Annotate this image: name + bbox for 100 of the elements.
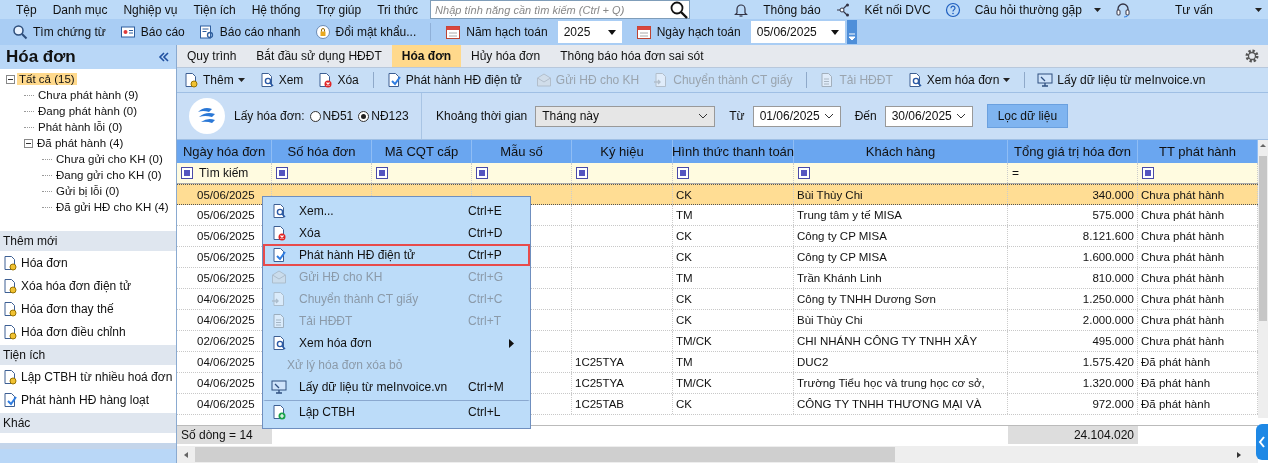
toolbar-button[interactable]: Báo cáo — [119, 24, 185, 40]
search-icon[interactable] — [670, 0, 689, 19]
tab[interactable]: Hóa đơn — [391, 45, 461, 67]
collapse-box-icon[interactable] — [24, 138, 33, 148]
filter-icon[interactable] — [677, 167, 689, 179]
menu-item[interactable]: Trợ giúp — [308, 0, 370, 19]
total-amount: 24.104.020 — [1073, 428, 1134, 442]
menu-item[interactable]: Tiện ích — [185, 0, 244, 19]
date-label: Ngày hạch toán — [635, 24, 741, 40]
overflow-icon[interactable] — [846, 20, 857, 44]
table-cell: TM — [676, 272, 693, 284]
menu-item[interactable]: Phát hành HĐ điện tử Ctrl+P — [263, 244, 530, 266]
headset-icon — [1114, 1, 1131, 18]
table-cell: CÔNG TY TNHH THƯƠNG MẠI VÀ — [797, 398, 982, 410]
section-header: Tiện ích — [0, 345, 176, 365]
envelope-icon — [271, 269, 287, 285]
table-cell: CHI NHÁNH CÔNG TY TNHH XÂY — [797, 335, 978, 347]
top-link[interactable]: Tư vấn — [1114, 0, 1262, 19]
sidebar-item[interactable]: Hóa đơn điều chỉnh — [0, 320, 176, 343]
toolbar-button[interactable]: Thêm — [183, 72, 245, 88]
top-link[interactable]: Thông báo — [733, 0, 821, 19]
sidebar-item[interactable]: Xóa hóa đơn điện tử — [0, 274, 176, 297]
filter-icon[interactable] — [376, 167, 388, 179]
year-select[interactable]: 2025 — [557, 21, 622, 43]
table-cell: 1.575.420 — [1082, 356, 1134, 368]
filter-icon[interactable] — [181, 167, 193, 179]
caret-icon — [1255, 7, 1262, 12]
table-cell: 05/06/2025 — [197, 272, 255, 284]
menu-item[interactable]: Nghiệp vụ — [115, 0, 186, 19]
panel-handle[interactable] — [1256, 424, 1268, 460]
tree-item[interactable]: Gửi bị lỗi (0) — [54, 185, 122, 197]
toolbar-button[interactable]: Xóa — [317, 72, 359, 88]
radio-option[interactable]: NĐ51 — [309, 109, 354, 123]
sidebar-item[interactable]: Hóa đơn — [0, 251, 176, 274]
tree-item[interactable]: Tất cả (15) — [17, 73, 77, 85]
sidebar-item[interactable]: Hóa đơn thay thế — [0, 297, 176, 320]
year-label: Năm hạch toán — [445, 24, 548, 40]
date-select[interactable]: 05/06/2025 — [750, 21, 845, 43]
toolbar-button[interactable]: Đổi mật khẩu... — [314, 24, 417, 40]
horizontal-scrollbar[interactable] — [177, 446, 1258, 463]
toolbar-button[interactable]: Tìm chứng từ — [12, 24, 106, 40]
table-cell: 1C25TYA — [575, 356, 624, 368]
tree-item[interactable]: Đã phát hành (4) — [35, 137, 126, 149]
tree-item[interactable]: Chưa phát hành (9) — [36, 89, 141, 101]
collapse-box-icon[interactable] — [6, 74, 15, 84]
tab[interactable]: Quy trình — [177, 45, 247, 67]
filter-icon[interactable] — [1142, 167, 1154, 179]
table-cell: 575.000 — [1092, 209, 1134, 221]
top-link[interactable]: Kết nối DVC — [834, 0, 931, 19]
table-cell: CK — [676, 251, 692, 263]
to-date-field[interactable]: 30/06/2025 — [884, 105, 973, 127]
load-data-button[interactable]: Lọc dữ liệu — [986, 104, 1069, 128]
table-cell: 05/06/2025 — [197, 230, 255, 242]
table-cell: Chưa phát hành — [1141, 251, 1225, 263]
tree-item[interactable]: Đã gửi HĐ cho KH (4) — [54, 201, 171, 213]
section-header: Thêm mới — [0, 231, 176, 251]
collapse-icon[interactable] — [158, 52, 170, 62]
table-cell: 04/06/2025 — [197, 314, 255, 326]
tree-item[interactable]: Chưa gửi cho KH (0) — [54, 153, 165, 165]
radio-option[interactable]: NĐ123 — [358, 109, 409, 123]
settings-icon[interactable] — [1244, 48, 1260, 64]
tab[interactable]: Bắt đầu sử dụng HĐĐT — [246, 45, 392, 67]
toolbar-button[interactable]: Phát hành HĐ điện tử — [372, 72, 522, 88]
monitor-icon — [271, 379, 287, 395]
menu-item[interactable]: Tệp — [8, 0, 45, 19]
radio-button[interactable] — [309, 110, 321, 122]
toolbar-button[interactable]: Báo cáo nhanh — [198, 24, 301, 40]
table-cell: 1.600.000 — [1082, 251, 1134, 263]
tab[interactable]: Thông báo hóa đơn sai sót — [550, 45, 714, 67]
filter-icon[interactable] — [276, 167, 288, 179]
period-select[interactable]: Tháng này — [535, 105, 716, 127]
search-placeholder[interactable]: Tìm kiếm — [199, 166, 249, 180]
tab[interactable]: Hủy hóa đơn — [461, 45, 551, 67]
sidebar-item[interactable]: Lập CTBH từ nhiều hoá đơn — [0, 365, 176, 388]
menu-item[interactable]: Xem hóa đơn — [263, 332, 530, 354]
caret-icon — [830, 29, 839, 35]
filter-icon[interactable] — [576, 167, 588, 179]
radio-button[interactable] — [358, 110, 370, 122]
filter-icon[interactable] — [476, 167, 488, 179]
menu-item[interactable]: Lập CTBH Ctrl+L — [263, 400, 530, 425]
filter-operator[interactable]: = — [1012, 166, 1019, 180]
from-date-field[interactable]: 01/06/2025 — [752, 105, 841, 127]
document-search-icon — [258, 72, 275, 88]
toolbar-button[interactable]: Lấy dữ liệu từ meInvoice.vn — [1024, 72, 1206, 88]
menu-item[interactable]: Hệ thống — [243, 0, 309, 19]
menu-item[interactable]: Tri thức — [369, 0, 427, 19]
filter-icon[interactable] — [798, 167, 810, 179]
chevron-icon — [823, 113, 834, 119]
vertical-scrollbar[interactable] — [1258, 140, 1268, 418]
report-icon — [119, 24, 136, 40]
tree-item[interactable]: Đang gửi cho KH (0) — [54, 169, 164, 181]
tree-item[interactable]: Phát hành lỗi (0) — [36, 121, 125, 133]
top-link[interactable]: Câu hỏi thường gặp — [944, 0, 1101, 19]
toolbar-button[interactable]: Xem — [258, 72, 304, 88]
search-icon — [12, 24, 28, 40]
menu-item[interactable]: Danh mục — [44, 0, 116, 19]
tree-item[interactable]: Đang phát hành (0) — [36, 105, 140, 117]
toolbar-button[interactable]: Xem hóa đơn — [906, 72, 1011, 88]
search-field[interactable]: Nhập tính năng cần tìm kiếm (Ctrl + Q) — [430, 0, 691, 19]
sidebar-item[interactable]: Phát hành HĐ hàng loạt — [0, 388, 176, 411]
